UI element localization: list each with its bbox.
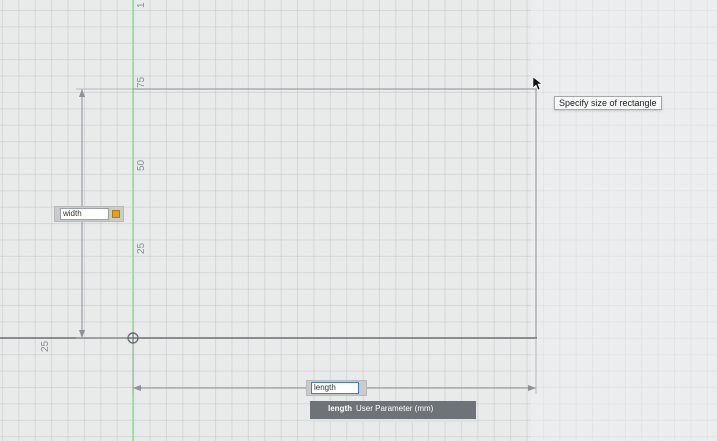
axis-label-top: 1 — [136, 2, 147, 8]
length-input[interactable]: length — [311, 382, 359, 394]
sketch-canvas[interactable]: 1 75 50 25 25 width length length User Pa… — [0, 0, 717, 441]
origin-point-icon — [127, 332, 139, 344]
length-dimension-arrow-right — [528, 385, 536, 391]
length-dimension-arrow-left — [133, 385, 141, 391]
autocomplete-parameter-description: User Parameter (mm) — [356, 404, 434, 413]
axis-label-50: 50 — [136, 159, 147, 171]
parameter-autocomplete-item[interactable]: length User Parameter (mm) — [310, 401, 476, 422]
autocomplete-parameter-name: length — [328, 404, 352, 413]
width-dimension-arrow-top — [79, 89, 85, 97]
axis-label-x-25: 25 — [40, 340, 51, 352]
mouse-pointer-icon — [533, 77, 543, 91]
lock-icon[interactable] — [112, 210, 120, 218]
width-dimension-arrow-bottom — [79, 330, 85, 338]
axis-label-25: 25 — [136, 242, 147, 254]
width-input[interactable]: width — [60, 208, 109, 220]
tooltip: Specify size of rectangle — [554, 96, 662, 110]
axis-label-75: 75 — [136, 76, 147, 88]
